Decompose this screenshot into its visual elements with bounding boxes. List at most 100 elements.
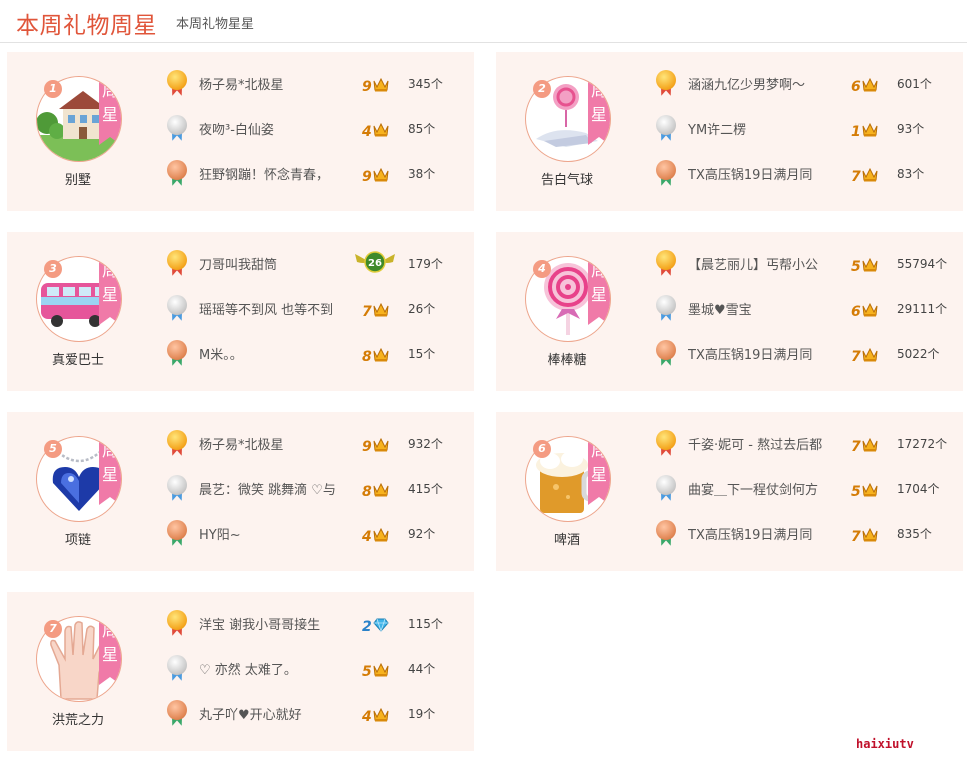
user-name-link[interactable]: 杨子易*北极星 <box>199 434 349 453</box>
bronze-medal-icon <box>167 520 187 548</box>
user-level: 4 <box>362 121 389 140</box>
user-name-link[interactable]: 千姿·妮可 - 熬过去后都 <box>688 434 838 453</box>
beer-icon <box>526 451 610 521</box>
level-number: 8 <box>362 349 372 365</box>
level-number: 2 <box>362 619 372 635</box>
user-name-link[interactable]: M米。。 <box>199 344 349 363</box>
user-level: 4 <box>362 526 389 545</box>
ranking-row: ♡ 亦然 太难了。 5 44个 <box>167 654 467 684</box>
ranking-row: 洋宝 谢我小哥哥接生 2 115个 <box>167 609 467 639</box>
gift-count: 601个 <box>897 77 932 91</box>
level-number: 4 <box>362 124 372 140</box>
user-name-link[interactable]: 杨子易*北极星 <box>199 74 349 93</box>
user-level: 5 <box>851 256 878 275</box>
user-level: 2 <box>362 616 389 635</box>
ranking-row: 杨子易*北极星 9 932个 <box>167 429 467 459</box>
gold-medal-icon <box>167 430 187 458</box>
gift-count: 29111个 <box>897 302 948 316</box>
star-card: 7 周星 洪荒之力 洋宝 谢我小哥哥接生 2 115个 ♡ 亦然 太难了。 5 44个 丸子吖♥开… <box>7 592 474 751</box>
silver-medal-icon <box>167 115 187 143</box>
user-name-link[interactable]: 狂野钢蹦！怀念青春， <box>199 164 349 183</box>
gold-medal-icon <box>656 250 676 278</box>
level-number: 9 <box>362 79 372 95</box>
gold-medal-icon <box>167 610 187 638</box>
user-name-link[interactable]: 夜吻³-白仙姿 <box>199 119 349 138</box>
ranking-row: 夜吻³-白仙姿 4 85个 <box>167 114 467 144</box>
bronze-medal-icon <box>656 520 676 548</box>
ranking-row: 瑶瑶等不到风 也等不到 7 26个 <box>167 294 467 324</box>
user-name-link[interactable]: TX高压锅19日满月同 <box>688 524 838 543</box>
user-name-link[interactable]: TX高压锅19日满月同 <box>688 164 838 183</box>
user-name-link[interactable]: 涵涵九亿少男梦啊～ <box>688 74 838 93</box>
silver-medal-icon <box>656 475 676 503</box>
gift-count: 19个 <box>408 707 436 721</box>
level-number: 4 <box>362 709 372 725</box>
gift-name: 洪荒之力 <box>51 713 104 728</box>
gift-count: 932个 <box>408 437 443 451</box>
rank-badge: 2 <box>533 80 551 98</box>
gift-name: 棒棒糖 <box>547 353 587 368</box>
crown-icon <box>862 78 878 92</box>
bronze-medal-icon <box>167 700 187 728</box>
level-number: 8 <box>362 484 372 500</box>
ranking-row: YM许二楞 1 93个 <box>656 114 956 144</box>
rank-badge: 3 <box>44 260 62 278</box>
gift-count: 85个 <box>408 122 436 136</box>
level-number: 5 <box>362 664 372 680</box>
user-name-link[interactable]: 晨艺：微笑 跳舞滴 ♡与 <box>199 479 349 498</box>
user-name-link[interactable]: HY阳~ <box>199 524 349 543</box>
rank-badge: 6 <box>533 440 551 458</box>
user-level: 7 <box>851 346 878 365</box>
gift-count: 92个 <box>408 527 436 541</box>
user-name-link[interactable]: TX高压锅19日满月同 <box>688 344 838 363</box>
gift-count: 345个 <box>408 77 443 91</box>
user-level: 7 <box>851 526 878 545</box>
level-number: 5 <box>851 259 861 275</box>
crown-icon <box>373 168 389 182</box>
week-star-ribbon: 周星 <box>99 77 121 145</box>
user-level: 6 <box>851 301 878 320</box>
user-name-link[interactable]: 曲宴＿下一程仗剑何方 <box>688 479 838 498</box>
gold-medal-icon <box>167 250 187 278</box>
silver-medal-icon <box>167 295 187 323</box>
user-level: 4 <box>362 706 389 725</box>
silver-medal-icon <box>656 115 676 143</box>
user-name-link[interactable]: 洋宝 谢我小哥哥接生 <box>199 614 349 633</box>
page-title: 本周礼物周星 <box>16 13 157 39</box>
user-name-link[interactable]: 丸子吖♥开心就好 <box>199 704 349 723</box>
ranking-row: TX高压锅19日满月同 7 5022个 <box>656 339 956 369</box>
user-name-link[interactable]: 墨城♥雪宝 <box>688 299 838 318</box>
ranking-row: 千姿·妮可 - 熬过去后都 7 17272个 <box>656 429 956 459</box>
crown-icon <box>373 348 389 362</box>
crown-icon <box>862 483 878 497</box>
user-name-link[interactable]: 刀哥叫我甜筒 <box>199 254 349 273</box>
star-card: 6 周星 啤酒 千姿·妮可 - 熬过去后都 7 17272个 曲宴＿下一程仗剑何方 5 1704… <box>496 412 963 571</box>
crown-icon <box>862 303 878 317</box>
user-name-link[interactable]: 瑶瑶等不到风 也等不到 <box>199 299 349 318</box>
gift-count: 55794个 <box>897 257 948 271</box>
user-level: 9 <box>362 436 389 455</box>
crown-icon <box>862 258 878 272</box>
crown-icon <box>373 303 389 317</box>
gift-count: 179个 <box>408 257 443 271</box>
villa-icon <box>37 91 121 161</box>
rank-badge: 1 <box>44 80 62 98</box>
bronze-medal-icon <box>167 340 187 368</box>
gift-count: 38个 <box>408 167 436 181</box>
user-level: 6 <box>851 76 878 95</box>
user-name-link[interactable]: ♡ 亦然 太难了。 <box>199 659 349 678</box>
gift-name: 项链 <box>64 533 91 548</box>
user-name-link[interactable]: YM许二楞 <box>688 119 838 138</box>
user-name-link[interactable]: 【晨艺丽儿】丐帮小公 <box>688 254 838 273</box>
crown-icon <box>373 78 389 92</box>
level-number: 7 <box>851 169 861 185</box>
level-number: 7 <box>362 304 372 320</box>
gift-count: 15个 <box>408 347 436 361</box>
page-subtitle-tab[interactable]: 本周礼物星星 <box>176 13 254 32</box>
level-number: 7 <box>851 439 861 455</box>
level-number: 9 <box>362 169 372 185</box>
hand-icon <box>37 621 121 701</box>
week-star-ribbon: 周星 <box>99 437 121 505</box>
gift-count: 5022个 <box>897 347 940 361</box>
ranking-row: 晨艺：微笑 跳舞滴 ♡与 8 415个 <box>167 474 467 504</box>
